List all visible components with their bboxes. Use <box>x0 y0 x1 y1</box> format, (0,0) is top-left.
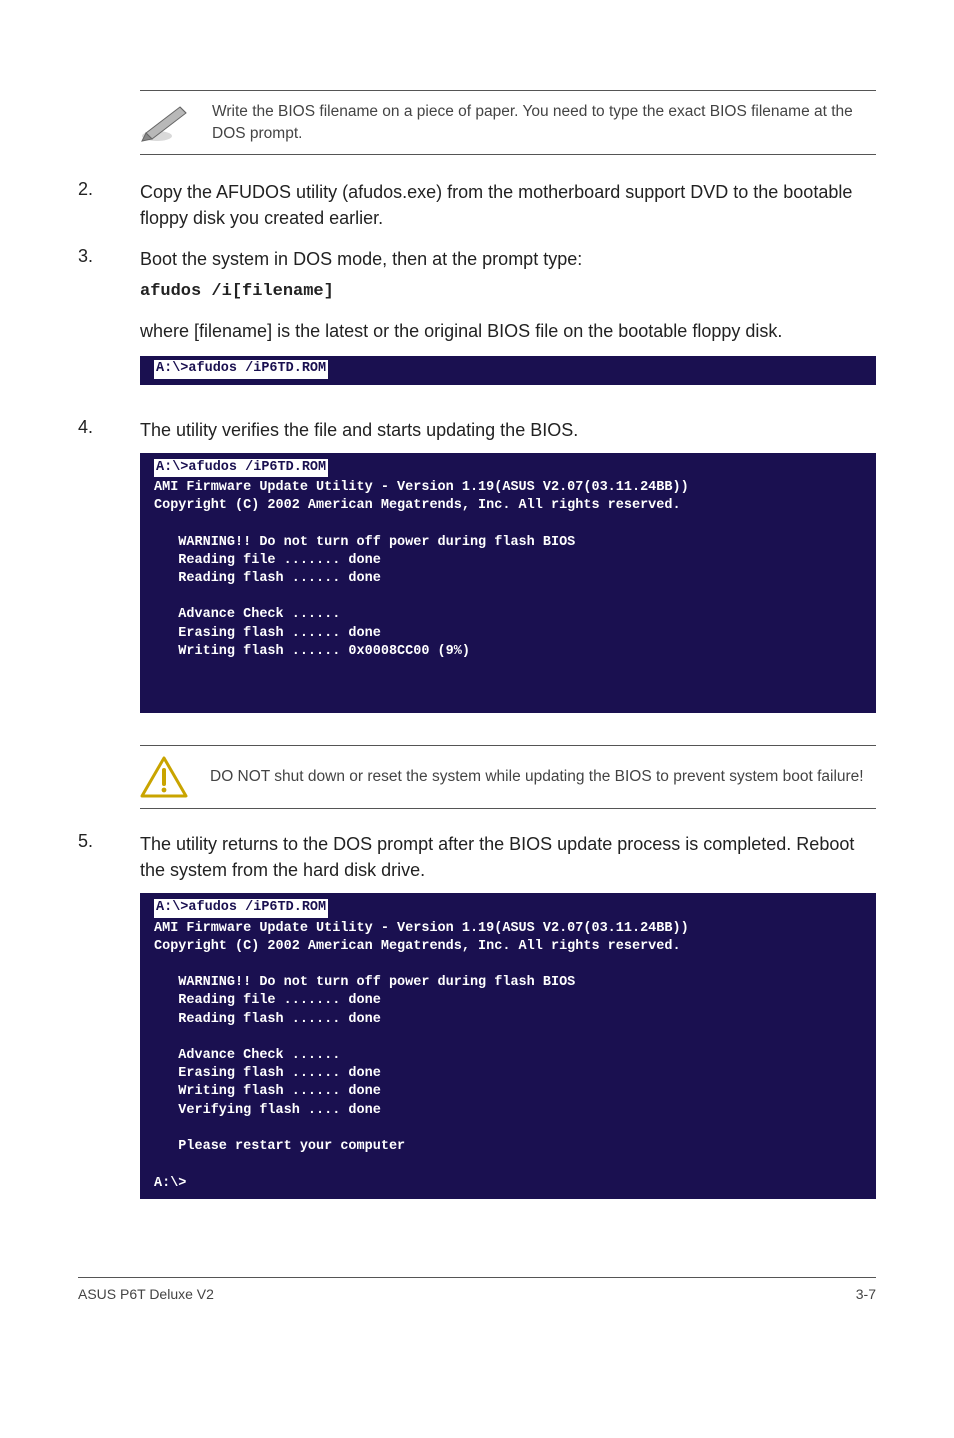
step-body: The utility returns to the DOS prompt af… <box>140 831 876 1217</box>
step-5: 5. The utility returns to the DOS prompt… <box>78 831 876 1217</box>
step-number: 4. <box>78 417 106 732</box>
footer-right: 3-7 <box>856 1286 876 1302</box>
terminal-first-line: A:\>afudos /iP6TD.ROM <box>154 459 328 477</box>
step-2: 2. Copy the AFUDOS utility (afudos.exe) … <box>78 179 876 231</box>
step-text: The utility verifies the file and starts… <box>140 420 578 440</box>
warning-text: DO NOT shut down or reset the system whi… <box>210 766 876 788</box>
terminal-first-line: A:\>afudos /iP6TD.ROM <box>154 899 328 917</box>
step-text: Boot the system in DOS mode, then at the… <box>140 249 582 269</box>
warning-triangle-icon <box>140 756 188 798</box>
terminal-output-1: A:\>afudos /iP6TD.ROM <box>140 356 876 384</box>
step-number: 2. <box>78 179 106 231</box>
step-3: 3. Boot the system in DOS mode, then at … <box>78 246 876 403</box>
step-4: 4. The utility verifies the file and sta… <box>78 417 876 732</box>
terminal-output-3: A:\>afudos /iP6TD.ROM AMI Firmware Updat… <box>140 893 876 1199</box>
warning-row: DO NOT shut down or reset the system whi… <box>140 745 876 809</box>
step-paragraph: where [filename] is the latest or the or… <box>140 318 876 344</box>
terminal-rest: AMI Firmware Update Utility - Version 1.… <box>154 921 689 1191</box>
note-row: Write the BIOS filename on a piece of pa… <box>140 90 876 155</box>
page-footer: ASUS P6T Deluxe V2 3-7 <box>78 1277 876 1302</box>
step-text: The utility returns to the DOS prompt af… <box>140 834 854 880</box>
step-body: Copy the AFUDOS utility (afudos.exe) fro… <box>140 179 876 231</box>
step-body: Boot the system in DOS mode, then at the… <box>140 246 876 403</box>
note-text: Write the BIOS filename on a piece of pa… <box>212 101 876 144</box>
step-number: 3. <box>78 246 106 403</box>
code-inline: afudos /i[filename] <box>140 280 876 305</box>
terminal-rest: AMI Firmware Update Utility - Version 1.… <box>154 480 689 659</box>
terminal-first-line: A:\>afudos /iP6TD.ROM <box>154 360 328 378</box>
footer-left: ASUS P6T Deluxe V2 <box>78 1286 214 1302</box>
steps-list-2: 5. The utility returns to the DOS prompt… <box>78 831 876 1217</box>
steps-list: 2. Copy the AFUDOS utility (afudos.exe) … <box>78 179 876 731</box>
terminal-output-2: A:\>afudos /iP6TD.ROM AMI Firmware Updat… <box>140 453 876 713</box>
pencil-note-icon <box>140 103 190 143</box>
step-number: 5. <box>78 831 106 1217</box>
step-body: The utility verifies the file and starts… <box>140 417 876 732</box>
